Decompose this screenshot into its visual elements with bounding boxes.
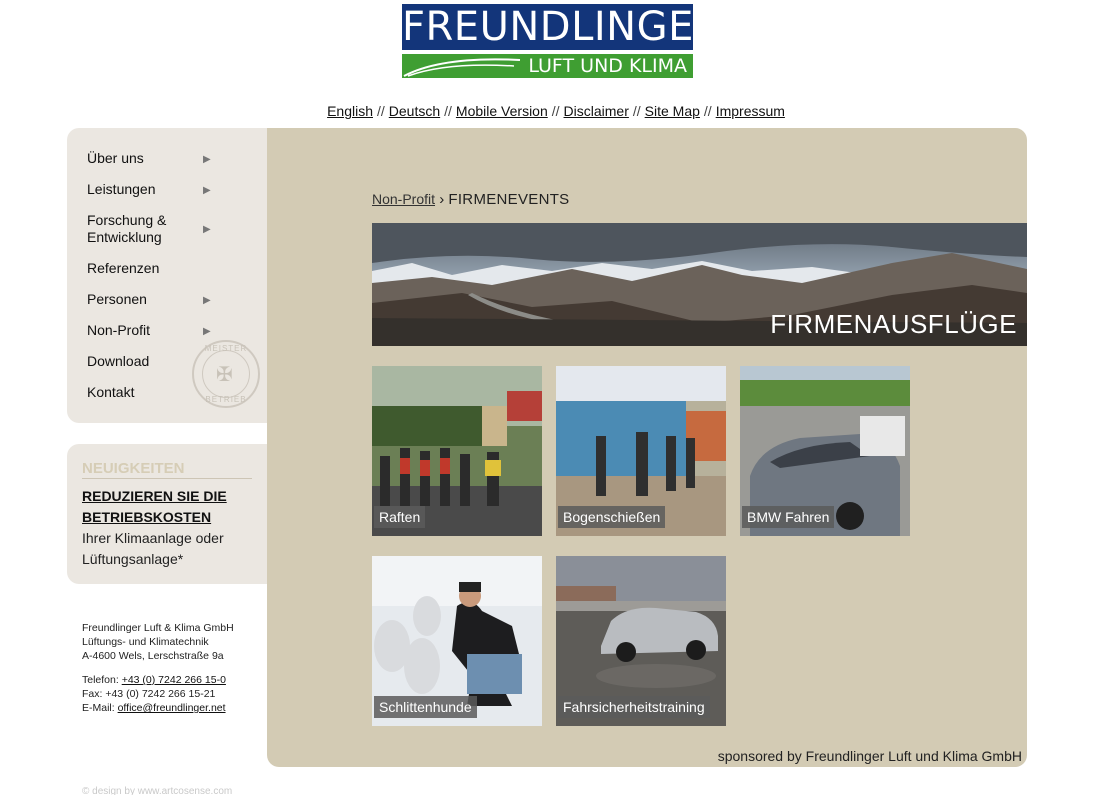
company-address: Freundlinger Luft & Klima GmbH Lüftungs-… xyxy=(82,622,234,714)
breadcrumb-non-profit[interactable]: Non-Profit xyxy=(372,191,435,207)
link-site-map[interactable]: Site Map xyxy=(645,103,700,119)
meister-betrieb-seal: MEISTER ✠ BETRIEB xyxy=(192,340,260,408)
nav-item-leistungen[interactable]: Leistungen ▶ xyxy=(87,181,237,198)
tile-raften[interactable]: Raften xyxy=(372,366,542,536)
email-link[interactable]: office@freundlinger.net xyxy=(118,702,226,714)
breadcrumb: Non-Profit › FIRMENEVENTS xyxy=(372,191,570,208)
arrow-right-icon: ▶ xyxy=(203,326,211,337)
banner-title: FIRMENAUSFLÜGE xyxy=(770,309,1017,339)
tile-fahrsicherheitstraining[interactable]: Fahrsicherheitstraining xyxy=(556,556,726,726)
news-title-link[interactable]: REDUZIEREN SIE DIE BETRIEBSKOSTEN xyxy=(82,486,262,528)
nav-item-forschung[interactable]: Forschung & Entwicklung ▶ xyxy=(87,212,211,246)
design-credit[interactable]: © design by www.artcosense.com xyxy=(82,786,232,795)
link-impressum[interactable]: Impressum xyxy=(716,103,785,119)
company-logo[interactable]: FREUNDLINGER LUFT UND KLIMA xyxy=(402,4,723,78)
logo-wordmark: FREUNDLINGER xyxy=(402,4,723,50)
link-mobile-version[interactable]: Mobile Version xyxy=(456,103,548,119)
link-english[interactable]: English xyxy=(327,103,373,119)
link-deutsch[interactable]: Deutsch xyxy=(389,103,440,119)
nav-item-non-profit[interactable]: Non-Profit ▶ xyxy=(87,322,237,339)
sidebar-nav: Über uns ▶ Leistungen ▶ Forschung & Entwic… xyxy=(67,128,267,423)
link-disclaimer[interactable]: Disclaimer xyxy=(564,103,629,119)
top-links: English//Deutsch//Mobile Version//Discla… xyxy=(327,103,785,119)
arrow-right-icon: ▶ xyxy=(203,185,211,196)
banner-image: FIRMENAUSFLÜGE xyxy=(372,223,1027,346)
arrow-right-icon: ▶ xyxy=(203,295,211,306)
nav-item-personen[interactable]: Personen ▶ xyxy=(87,291,237,308)
nav-item-referenzen[interactable]: Referenzen xyxy=(87,260,237,277)
news-box: NEUIGKEITEN REDUZIEREN SIE DIE BETRIEBSK… xyxy=(67,444,267,584)
logo-tagline-text: LUFT UND KLIMA xyxy=(528,55,687,77)
arrow-right-icon: ▶ xyxy=(203,154,211,165)
eagle-icon: ✠ xyxy=(216,364,233,386)
arrow-right-icon: ▶ xyxy=(203,224,211,235)
logo-tagline: LUFT UND KLIMA xyxy=(402,54,693,78)
phone-link[interactable]: +43 (0) 7242 266 15-0 xyxy=(122,674,226,686)
breadcrumb-current: FIRMENEVENTS xyxy=(448,191,570,208)
news-heading: NEUIGKEITEN xyxy=(82,460,252,479)
news-text: Ihrer Klimaanlage oder Lüftungsanlage* xyxy=(82,530,224,567)
tile-schlittenhunde[interactable]: Schlittenhunde xyxy=(372,556,542,726)
sponsor-note: sponsored by Freundlinger Luft und Klima… xyxy=(717,748,1022,764)
tile-bmw-fahren[interactable]: BMW Fahren xyxy=(740,366,910,536)
swoosh-icon xyxy=(403,58,521,77)
nav-item-ueber-uns[interactable]: Über uns ▶ xyxy=(87,150,237,167)
tile-bogenschiessen[interactable]: Bogenschießen xyxy=(556,366,726,536)
